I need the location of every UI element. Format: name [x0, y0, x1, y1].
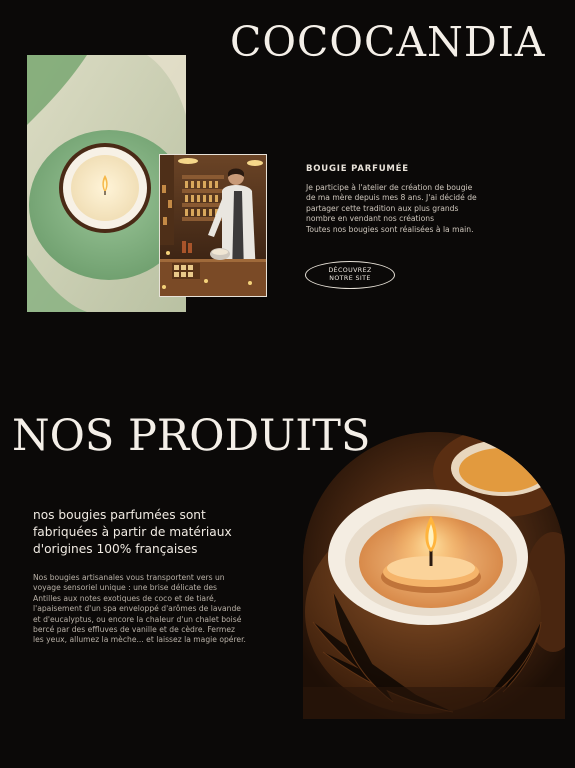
cta-line-2: NOTRE SITE [329, 275, 371, 282]
intro-line: de ma mère depuis mes 8 ans. J'ai décidé… [306, 193, 477, 203]
cta-line-1: DÉCOUVREZ [328, 267, 372, 274]
body-line: les yeux, allumez la mèche... et laissez… [33, 635, 246, 645]
body-line: et d'eucalyptus, ou encore la chaleur d'… [33, 614, 242, 624]
products-title: NOS PRODUITS [12, 411, 371, 461]
cta-label: DÉCOUVREZ NOTRE SITE [328, 267, 371, 283]
discover-site-button[interactable]: DÉCOUVREZ NOTRE SITE [305, 261, 395, 289]
intro-line: nombre en vendant nos créations [306, 214, 435, 224]
section-heading: BOUGIE PARFUMÉE [306, 164, 409, 174]
brand-title: COCOCANDIA [230, 18, 546, 66]
candle-workshop-photo [159, 154, 267, 297]
lead-line: nos bougies parfumées sont [33, 508, 206, 522]
products-lead: nos bougies parfumées sont fabriquées à … [33, 507, 273, 558]
body-line: voyage sensoriel unique : une brise déli… [33, 583, 217, 593]
intro-line: Je participe à l'atelier de création de … [306, 183, 473, 192]
intro-line: Toutes nos bougies sont réalisées à la m… [306, 224, 474, 234]
body-line: Nos bougies artisanales vous transporten… [33, 573, 225, 582]
intro-paragraph: Je participe à l'atelier de création de … [306, 183, 478, 235]
lead-line: d'origines 100% françaises [33, 542, 198, 556]
body-line: bercé par des effluves de vanille et de … [33, 625, 235, 635]
lead-line: fabriquées à partir de matériaux [33, 525, 232, 539]
products-description: Nos bougies artisanales vous transporten… [33, 573, 263, 646]
intro-line: partager cette tradition aux plus grands [306, 203, 459, 213]
coconut-candle-photo [303, 432, 565, 719]
body-line: Antilles aux notes exotiques de coco et … [33, 593, 217, 603]
body-line: l'apaisement d'un spa enveloppé d'arômes… [33, 604, 241, 614]
